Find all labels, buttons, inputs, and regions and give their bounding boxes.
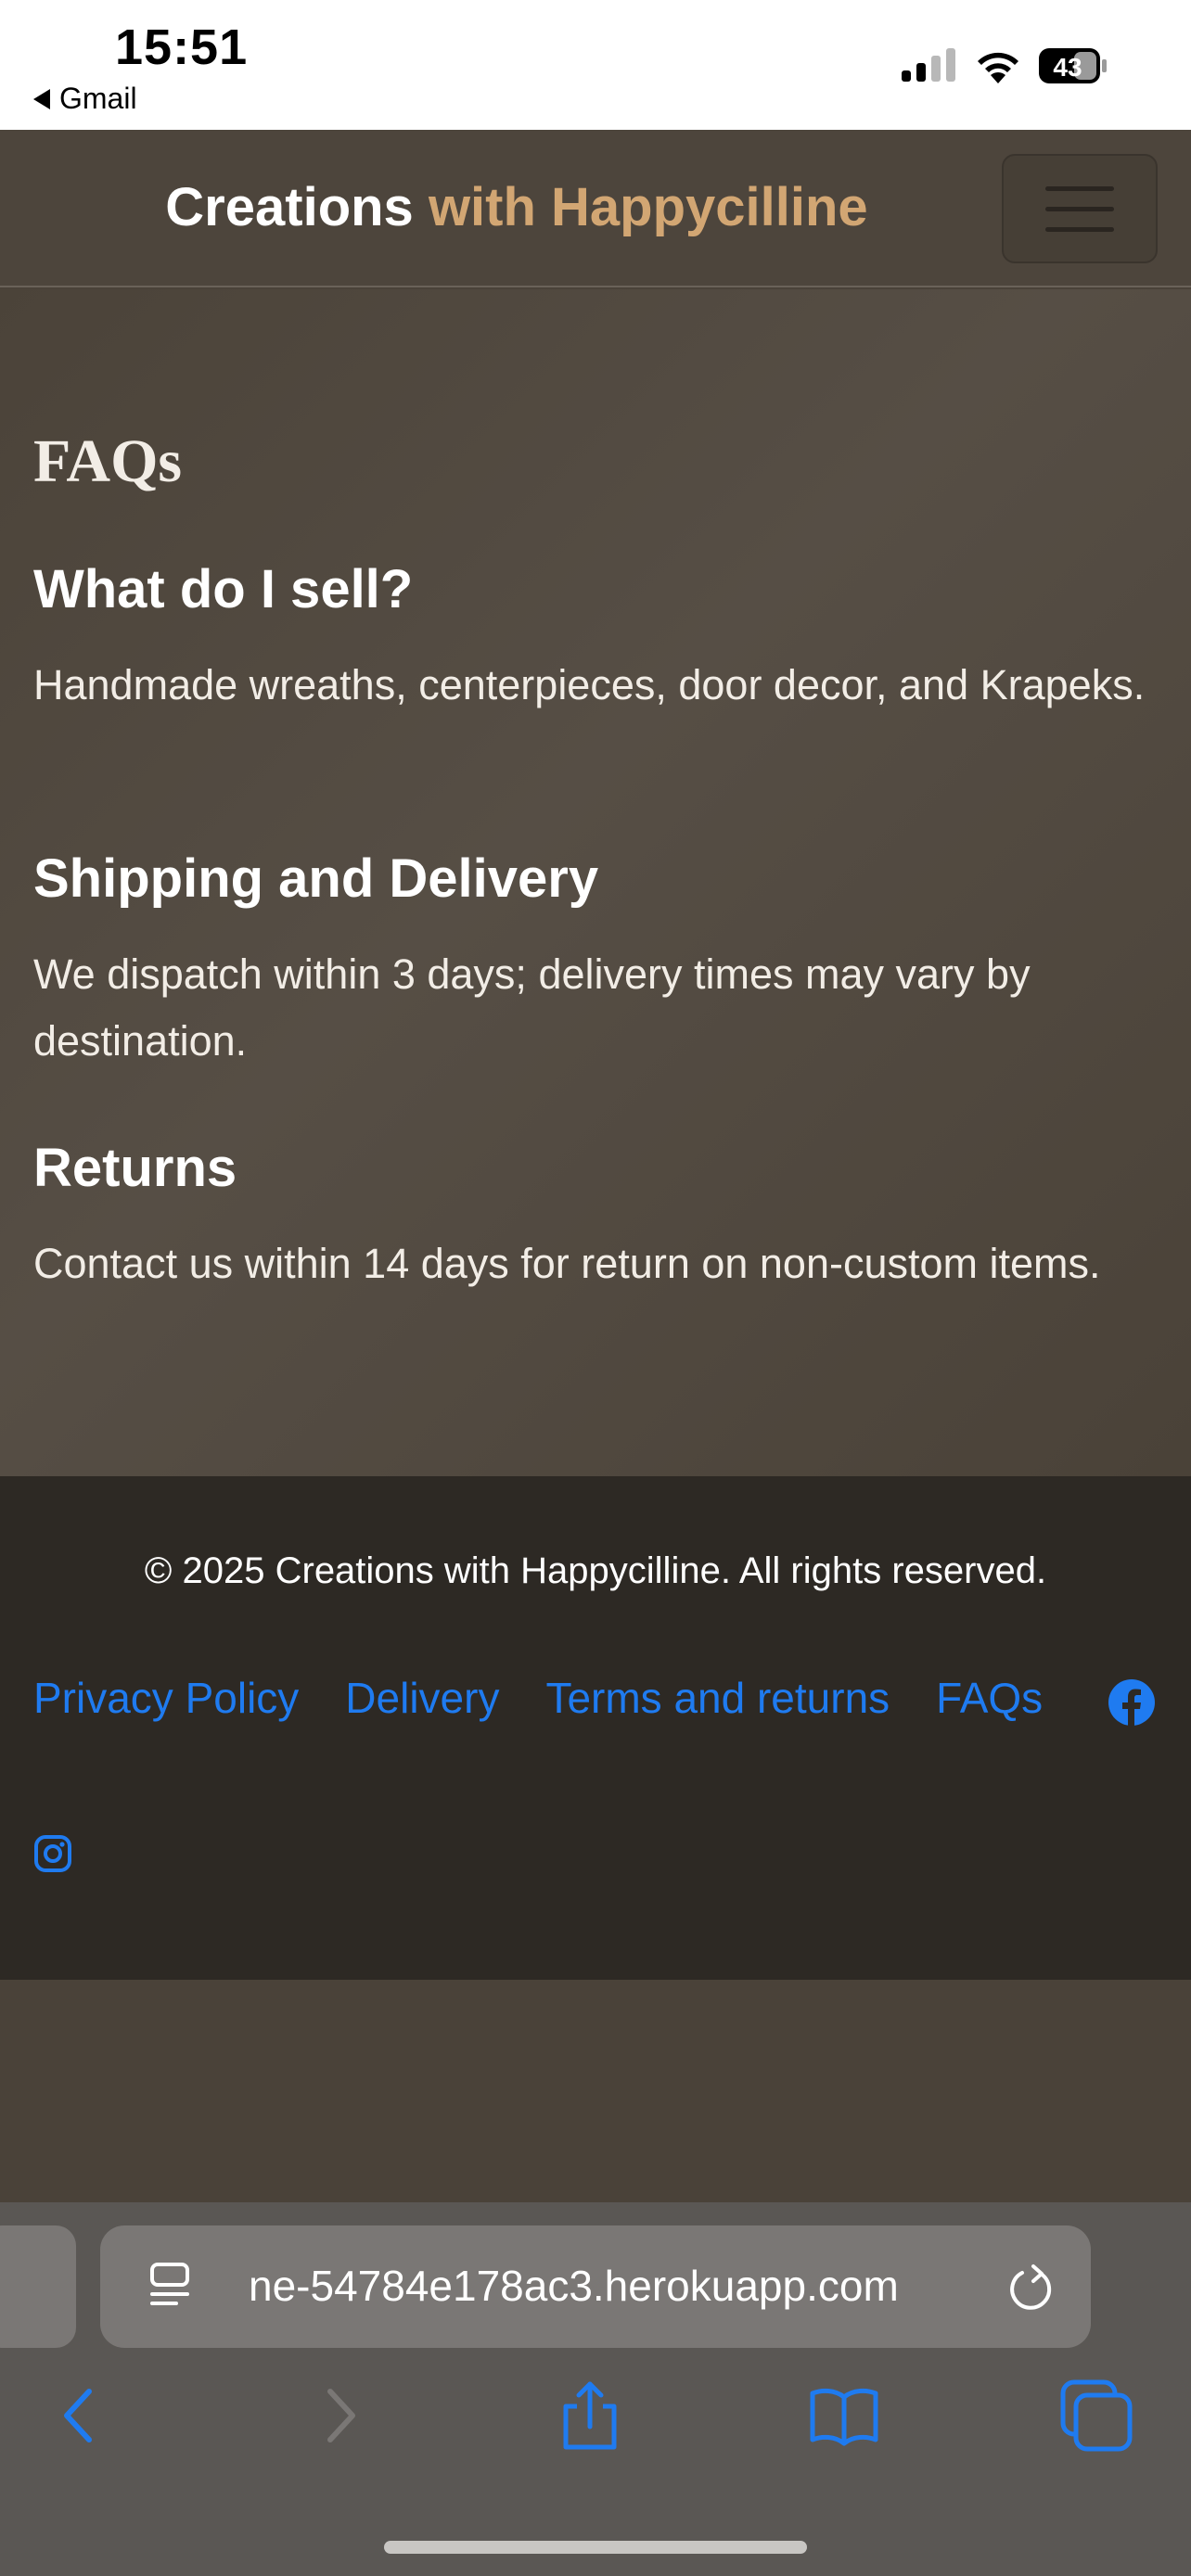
back-app-label: Gmail xyxy=(59,82,137,115)
address-bar[interactable]: ne-54784e178ac3.herokuapp.com xyxy=(100,2225,1091,2348)
bookmarks-icon[interactable] xyxy=(807,2378,881,2453)
faq-section: FAQs What do I sell? Handmade wreaths, c… xyxy=(0,289,1191,1476)
browser-toolbar xyxy=(0,2378,1191,2480)
faq-answer: Contact us within 14 days for return on … xyxy=(33,1240,1101,1287)
faq-answer: We dispatch within 3 days; delivery time… xyxy=(33,950,1031,1065)
instagram-icon[interactable] xyxy=(33,1834,72,1873)
tabs-icon[interactable] xyxy=(1059,2378,1133,2453)
forward-icon[interactable] xyxy=(302,2378,377,2453)
hamburger-icon-bar xyxy=(1045,206,1114,211)
faq-answer: Handmade wreaths, centerpieces, door dec… xyxy=(33,661,1146,708)
battery-icon: 43 xyxy=(1039,48,1107,83)
status-bar: 15:51 Gmail 43 xyxy=(0,0,1191,130)
site-header: Creations with Happycilline xyxy=(0,130,1191,287)
page-title: FAQs xyxy=(33,427,183,495)
menu-toggle-button[interactable] xyxy=(1002,154,1158,263)
site-brand[interactable]: Creations with Happycilline xyxy=(0,176,1033,238)
url-text: ne-54784e178ac3.herokuapp.com xyxy=(249,2262,899,2310)
page-menu-icon[interactable] xyxy=(147,2261,193,2313)
facebook-icon[interactable] xyxy=(1108,1678,1156,1727)
faq-question: Shipping and Delivery xyxy=(33,848,599,909)
copyright-text: © 2025 Creations with Happycilline. All … xyxy=(144,1550,1047,1591)
page-background xyxy=(0,1980,1191,2202)
delivery-link[interactable]: Delivery xyxy=(345,1673,499,1723)
brand-name-part2: with Happycilline xyxy=(428,177,868,237)
reload-icon[interactable] xyxy=(1005,2263,1056,2313)
home-indicator[interactable] xyxy=(384,2541,807,2554)
cellular-signal-icon xyxy=(902,48,955,82)
battery-level: 43 xyxy=(1053,53,1082,82)
browser-chrome: ne-54784e178ac3.herokuapp.com xyxy=(0,2202,1191,2576)
footer-links: Privacy Policy Delivery Terms and return… xyxy=(33,1673,1043,1723)
back-to-app-button[interactable]: Gmail xyxy=(33,82,137,116)
terms-and-returns-link[interactable]: Terms and returns xyxy=(545,1673,890,1723)
status-time: 15:51 xyxy=(115,19,249,75)
wifi-icon xyxy=(978,52,1018,83)
hamburger-icon-bar xyxy=(1045,185,1114,191)
hamburger-icon-bar xyxy=(1045,226,1114,232)
previous-tab-preview[interactable] xyxy=(0,2225,76,2348)
brand-name-part1: Creations xyxy=(165,177,414,237)
faq-question: What do I sell? xyxy=(33,559,414,619)
faq-question: Returns xyxy=(33,1138,237,1198)
back-icon[interactable] xyxy=(43,2378,117,2453)
back-arrow-icon xyxy=(33,88,50,109)
privacy-policy-link[interactable]: Privacy Policy xyxy=(33,1673,299,1723)
faqs-link[interactable]: FAQs xyxy=(936,1673,1043,1723)
site-footer: © 2025 Creations with Happycilline. All … xyxy=(0,1476,1191,1980)
share-icon[interactable] xyxy=(553,2378,627,2453)
